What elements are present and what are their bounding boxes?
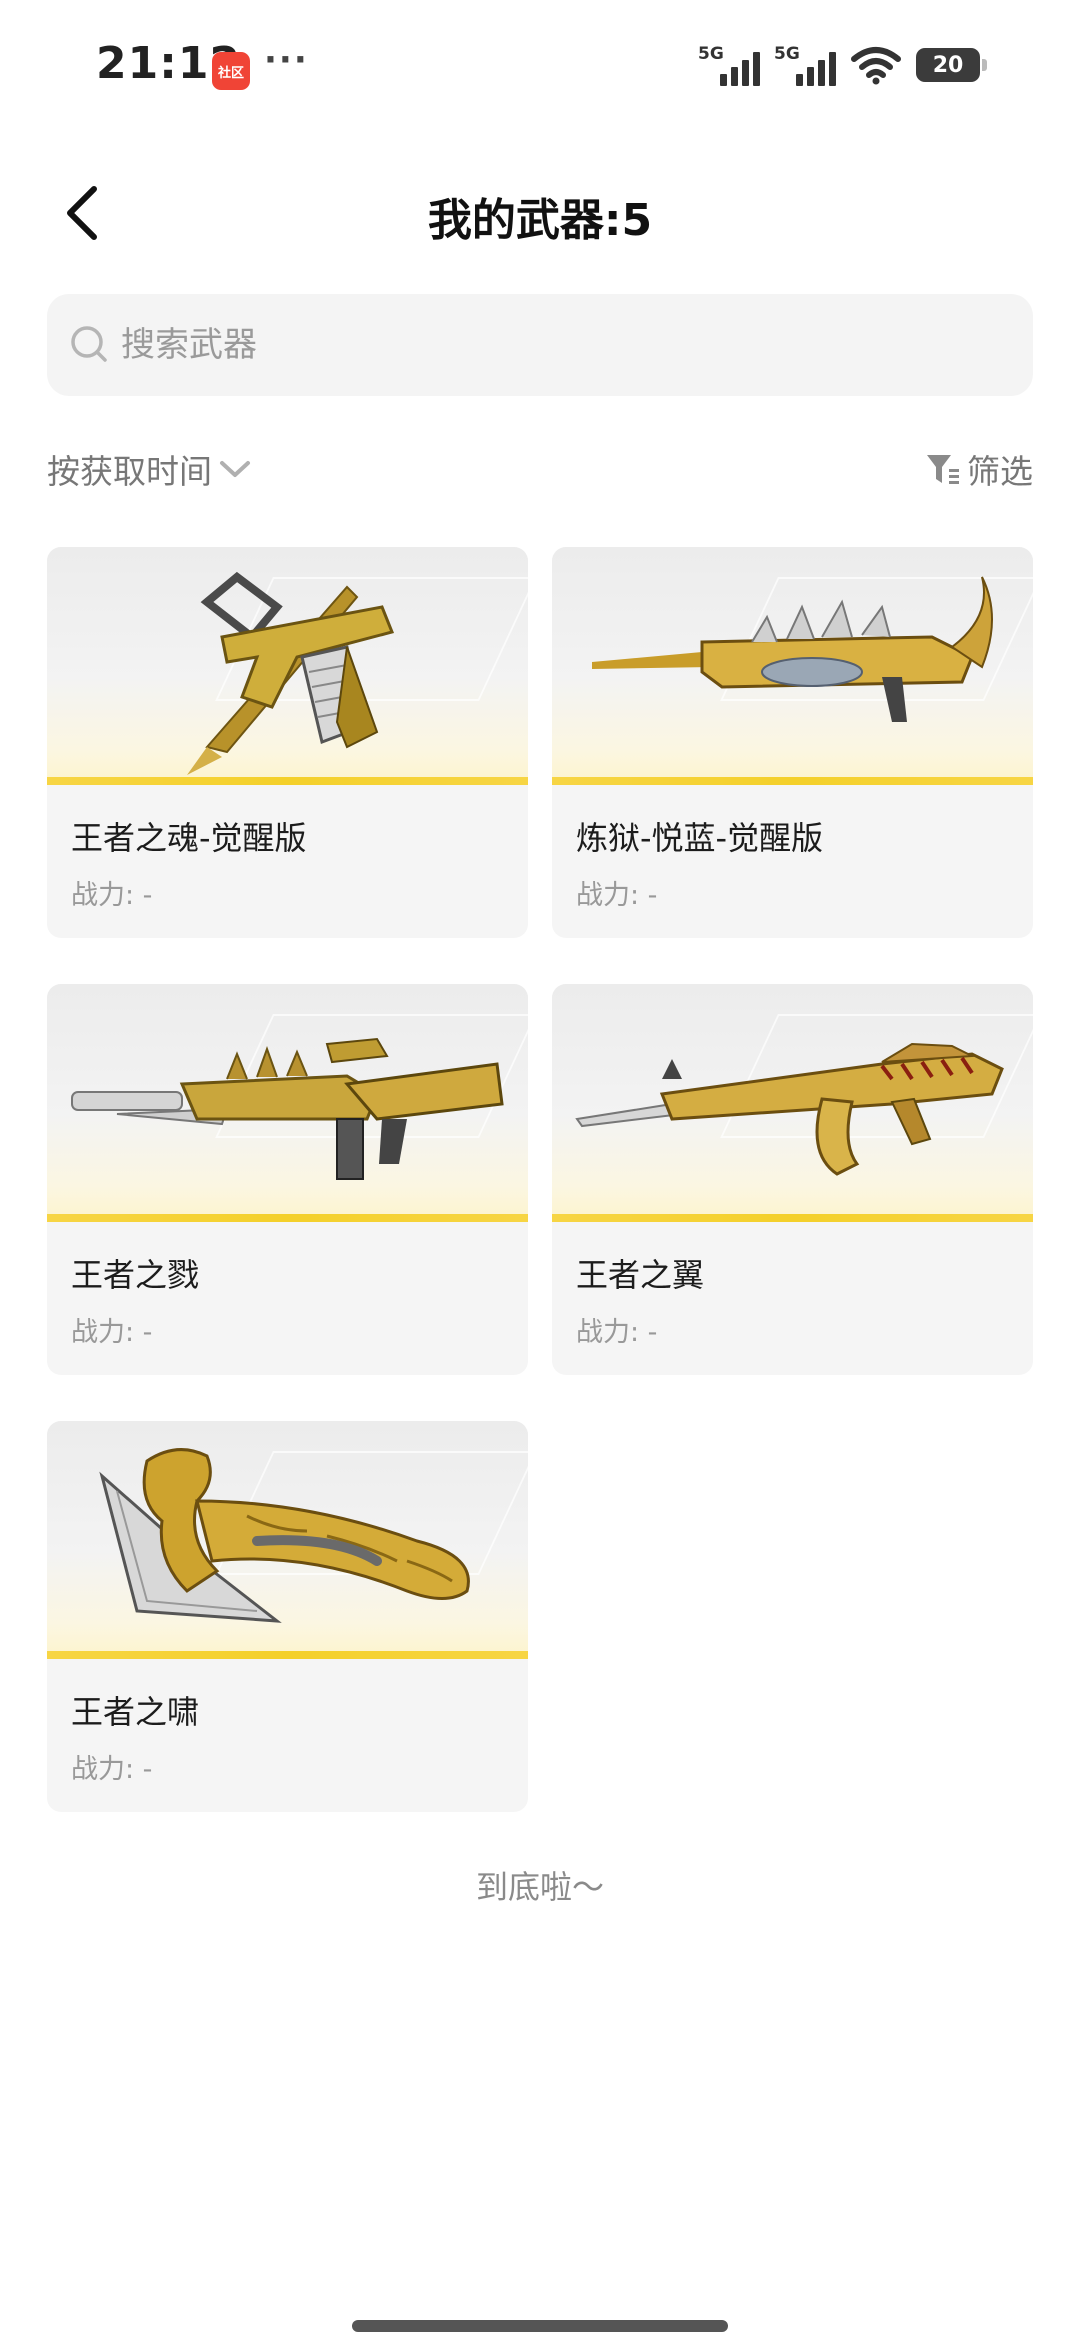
status-indicators: 5G 5G 20 bbox=[698, 44, 987, 86]
weapon-card[interactable]: 王者之魂-觉醒版 战力: - bbox=[47, 547, 528, 938]
weapon-name: 炼狱-悦蓝-觉醒版 bbox=[576, 819, 824, 857]
weapon-image bbox=[552, 547, 1033, 785]
weapon-power: 战力: - bbox=[576, 1317, 658, 1348]
wifi-icon bbox=[851, 47, 901, 85]
cellular-signal-icon: 5G bbox=[698, 44, 760, 86]
search-icon bbox=[71, 326, 107, 362]
search-bar[interactable] bbox=[47, 294, 1033, 396]
sort-label: 按获取时间 bbox=[47, 452, 212, 491]
gold-assault-rifle-icon bbox=[71, 1037, 504, 1180]
weapon-power: 战力: - bbox=[71, 1754, 153, 1785]
dragon-rifle-icon bbox=[592, 576, 993, 722]
filter-label: 筛选 bbox=[967, 452, 1033, 491]
gold-lion-axe-icon bbox=[99, 1448, 470, 1623]
weapon-image bbox=[552, 984, 1033, 1222]
weapon-image bbox=[47, 984, 528, 1222]
weapon-image bbox=[47, 547, 528, 785]
weapon-name: 王者之魂-觉醒版 bbox=[71, 819, 307, 857]
weapon-card[interactable]: 王者之戮 战力: - bbox=[47, 984, 528, 1375]
sort-dropdown[interactable]: 按获取时间 bbox=[47, 445, 252, 493]
chevron-down-icon bbox=[220, 461, 250, 477]
status-bar: 21:12 社区 ··· 5G 5G 20 bbox=[0, 0, 1080, 130]
weapon-power: 战力: - bbox=[576, 880, 658, 911]
community-app-icon: 社区 bbox=[212, 52, 250, 90]
battery-icon: 20 bbox=[916, 48, 987, 82]
weapon-card[interactable]: 王者之啸 战力: - bbox=[47, 1421, 528, 1812]
battery-level: 20 bbox=[932, 52, 964, 78]
weapon-card[interactable]: 王者之翼 战力: - bbox=[552, 984, 1033, 1375]
weapon-power: 战力: - bbox=[71, 1317, 153, 1348]
end-of-list-text: 到底啦～ bbox=[475, 1868, 604, 1906]
gold-ak-rifle-icon bbox=[575, 1042, 1004, 1176]
weapon-power: 战力: - bbox=[71, 880, 153, 911]
page-title: 我的武器:5 bbox=[427, 195, 653, 246]
search-input[interactable] bbox=[121, 325, 921, 365]
weapon-grid: 王者之魂-觉醒版 战力: - 炼狱-悦蓝-觉醒版 战力: - 王者之戮 战力: … bbox=[47, 547, 1033, 1812]
filter-button[interactable]: 筛选 bbox=[925, 445, 1033, 493]
weapon-name: 王者之戮 bbox=[71, 1256, 200, 1294]
weapon-image bbox=[47, 1421, 528, 1659]
home-indicator[interactable] bbox=[352, 2320, 728, 2332]
weapon-name: 王者之翼 bbox=[576, 1256, 705, 1294]
pistol-with-blade-icon bbox=[187, 571, 395, 775]
weapon-list-screen: 21:12 社区 ··· 5G 5G 20 我的武器:5 搜索武器 按获取时间 … bbox=[0, 0, 1080, 2351]
weapon-card[interactable]: 炼狱-悦蓝-觉醒版 战力: - bbox=[552, 547, 1033, 938]
weapon-name: 王者之啸 bbox=[71, 1693, 200, 1731]
filter-icon bbox=[927, 455, 959, 484]
cellular-signal-icon-2: 5G bbox=[774, 44, 836, 86]
more-notifications-icon: ··· bbox=[264, 40, 309, 80]
